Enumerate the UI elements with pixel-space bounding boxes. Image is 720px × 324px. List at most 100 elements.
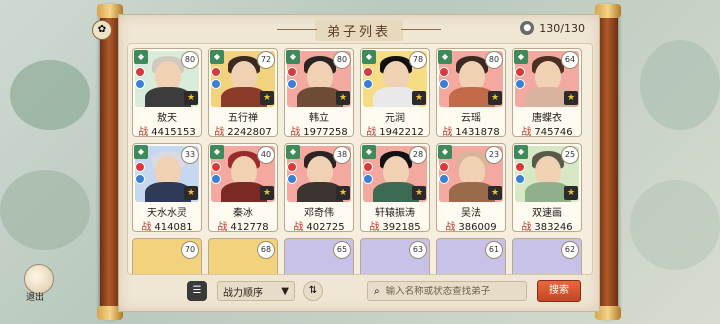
background-tree: [640, 40, 720, 130]
list-view-button[interactable]: ☰: [187, 281, 207, 301]
capacity-count: 130/130: [539, 21, 585, 35]
power-value: 412778: [230, 222, 269, 232]
power-value: 2242807: [227, 127, 272, 137]
disciple-power: 战 392185: [361, 218, 429, 232]
star-icon: ★: [184, 91, 198, 105]
disciple-card[interactable]: ◆ 33 ★ 天水水灵 战 414081: [132, 143, 202, 232]
disciple-name: 秦冰: [233, 208, 253, 219]
search-field[interactable]: ⌕: [367, 281, 527, 301]
element-gem-icon: [211, 79, 221, 89]
disciple-card-partial[interactable]: 65: [284, 238, 354, 274]
star-icon: ★: [336, 186, 350, 200]
disciple-list-panel: 弟子列表 ● 130/130 ◆ 80 ★ 敖天 战 4415153 ◆ 72 ★…: [118, 14, 600, 312]
star-icon: ★: [488, 91, 502, 105]
disciple-level: 72: [257, 51, 275, 69]
power-value: 414081: [154, 222, 193, 232]
rank-badge-icon: ◆: [134, 145, 148, 159]
search-button[interactable]: 搜索: [537, 280, 581, 302]
rank-badge-icon: ◆: [514, 50, 528, 64]
rank-badge-icon: ◆: [286, 145, 300, 159]
star-icon: ★: [184, 186, 198, 200]
element-gem-icon: [515, 174, 525, 184]
disciple-level: 28: [409, 146, 427, 164]
element-gem-icon: [287, 162, 297, 172]
disciple-card-partial[interactable]: 70: [132, 238, 202, 274]
rank-badge-icon: ◆: [438, 145, 452, 159]
power-label: 战: [442, 127, 453, 137]
power-label: 战: [290, 127, 301, 137]
disciple-grid: ◆ 80 ★ 敖天 战 4415153 ◆ 72 ★ 五行禅 战 2242807 ◆: [132, 48, 592, 274]
disciple-name: 天水水灵: [147, 208, 187, 219]
search-icon: ⌕: [374, 285, 380, 297]
scroll-ornament-icon: ✿: [92, 20, 112, 40]
rank-badge-icon: ◆: [438, 50, 452, 64]
power-label: 战: [521, 127, 532, 137]
power-label: 战: [369, 222, 380, 232]
power-label: 战: [214, 127, 225, 137]
star-icon: ★: [412, 186, 426, 200]
disciple-card-partial[interactable]: 61: [436, 238, 506, 274]
sort-dropdown[interactable]: 战力顺序 ▼: [217, 281, 295, 301]
exit-label: 退出: [26, 293, 45, 303]
power-value: 386009: [458, 222, 497, 232]
power-value: 4415153: [151, 127, 196, 137]
element-gem-icon: [363, 174, 373, 184]
disciple-card[interactable]: ◆ 40 ★ 秦冰 战 412778: [208, 143, 278, 232]
star-icon: ★: [564, 91, 578, 105]
disciple-name: 唐蝶衣: [532, 113, 562, 124]
disciple-card[interactable]: ◆ 72 ★ 五行禅 战 2242807: [208, 48, 278, 137]
power-label: 战: [141, 222, 152, 232]
sort-order-toggle[interactable]: ⇅: [303, 281, 323, 301]
disciple-power: 战 386009: [437, 218, 505, 232]
star-icon: ★: [564, 186, 578, 200]
disciple-name: 吴法: [461, 208, 481, 219]
element-gem-icon: [439, 79, 449, 89]
element-gem-icon: [211, 67, 221, 77]
disciple-card[interactable]: ◆ 25 ★ 双速画 战 383246: [512, 143, 582, 232]
disciple-name: 轩辕振涛: [375, 208, 415, 219]
star-icon: ★: [412, 91, 426, 105]
rank-badge-icon: ◆: [210, 50, 224, 64]
disciple-level: 65: [333, 241, 351, 259]
disciple-name: 双速画: [532, 208, 562, 219]
disciple-card[interactable]: ◆ 80 ★ 敖天 战 4415153: [132, 48, 202, 137]
disciple-level: 80: [181, 51, 199, 69]
swap-icon: ⇅: [308, 285, 318, 296]
search-input[interactable]: [385, 285, 520, 297]
element-gem-icon: [135, 67, 145, 77]
rank-badge-icon: ◆: [210, 145, 224, 159]
rank-badge-icon: ◆: [286, 50, 300, 64]
disciple-power: 战 745746: [513, 123, 581, 137]
disciple-card[interactable]: ◆ 23 ★ 吴法 战 386009: [436, 143, 506, 232]
element-gem-icon: [515, 67, 525, 77]
element-gem-icon: [363, 162, 373, 172]
star-icon: ★: [488, 186, 502, 200]
rank-badge-icon: ◆: [362, 145, 376, 159]
disciple-level: 80: [485, 51, 503, 69]
panel-title: 弟子列表: [314, 19, 403, 41]
disciple-card[interactable]: ◆ 80 ★ 云瑶 战 1431878: [436, 48, 506, 137]
scroll-rod-right: [595, 4, 621, 320]
star-icon: ★: [336, 91, 350, 105]
disciple-level: 25: [561, 146, 579, 164]
disciple-power: 战 1977258: [285, 123, 353, 137]
disciple-card[interactable]: ◆ 80 ★ 韩立 战 1977258: [284, 48, 354, 137]
disciple-card[interactable]: ◆ 28 ★ 轩辕振涛 战 392185: [360, 143, 430, 232]
element-gem-icon: [211, 174, 221, 184]
disciple-card[interactable]: ◆ 78 ★ 元润 战 1942212: [360, 48, 430, 137]
disciple-card[interactable]: ◆ 38 ★ 邓奇伟 战 402725: [284, 143, 354, 232]
disciple-card[interactable]: ◆ 64 ★ 唐蝶衣 战 745746: [512, 48, 582, 137]
title-banner: 弟子列表: [277, 19, 441, 41]
disciple-card-partial[interactable]: 63: [360, 238, 430, 274]
power-label: 战: [217, 222, 228, 232]
sort-label: 战力顺序: [223, 287, 263, 299]
power-label: 战: [366, 127, 377, 137]
element-gem-icon: [515, 162, 525, 172]
disciple-level: 62: [561, 241, 579, 259]
disciple-card-partial[interactable]: 68: [208, 238, 278, 274]
disciple-card-partial[interactable]: 62: [512, 238, 582, 274]
disciple-grid-viewport[interactable]: ◆ 80 ★ 敖天 战 4415153 ◆ 72 ★ 五行禅 战 2242807 ◆: [127, 43, 593, 275]
chevron-down-icon: ▼: [281, 285, 289, 297]
element-gem-icon: [287, 79, 297, 89]
bottom-toolbar: ☰ 战力顺序 ▼ ⇅ ⌕ 搜索: [127, 277, 593, 307]
